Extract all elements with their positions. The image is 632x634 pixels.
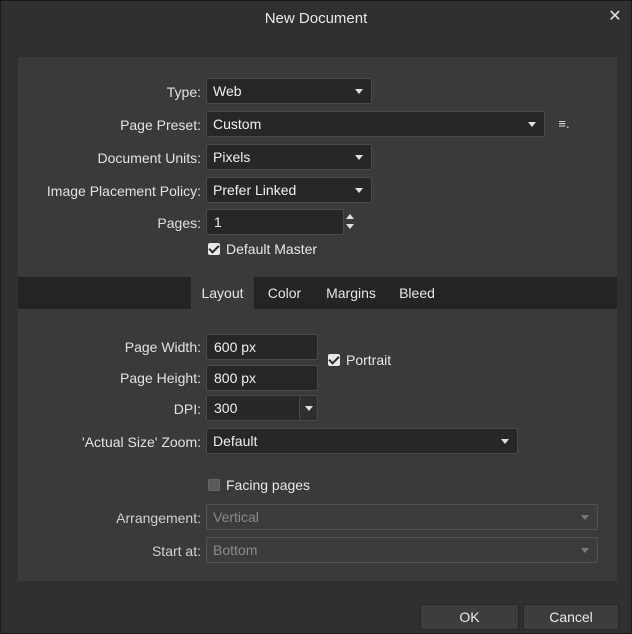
- preset-menu-icon[interactable]: ≡.: [551, 112, 577, 136]
- type-label: Type:: [166, 84, 201, 100]
- pages-label: Pages:: [157, 215, 201, 231]
- chevron-down-icon: [581, 548, 589, 553]
- dialog-title: New Document: [264, 10, 368, 27]
- title-bar: New Document ✕: [1, 1, 631, 35]
- cancel-button[interactable]: Cancel: [523, 604, 619, 630]
- arrow-down-icon[interactable]: [346, 224, 354, 229]
- tab-bleed[interactable]: Bleed: [390, 277, 444, 309]
- actual-size-zoom-label: 'Actual Size' Zoom:: [82, 434, 201, 450]
- facing-pages-checkbox[interactable]: [208, 479, 220, 491]
- start-at-value: Bottom: [213, 542, 258, 558]
- new-document-dialog: New Document ✕ Type: Web Page Preset: Cu…: [0, 0, 632, 634]
- chevron-down-icon: [355, 89, 363, 94]
- image-placement-label: Image Placement Policy:: [46, 183, 201, 199]
- tab-layout[interactable]: Layout: [191, 277, 254, 309]
- actual-size-zoom-dropdown[interactable]: Default: [206, 428, 518, 454]
- portrait-checkbox[interactable]: [328, 354, 340, 366]
- default-master-label[interactable]: Default Master: [226, 241, 317, 257]
- pages-input[interactable]: 1: [206, 209, 344, 235]
- dpi-input[interactable]: 300: [206, 395, 300, 421]
- type-dropdown[interactable]: Web: [206, 78, 372, 104]
- start-at-dropdown[interactable]: Bottom: [206, 537, 598, 563]
- page-width-label: Page Width:: [124, 339, 201, 355]
- arrow-up-icon[interactable]: [346, 214, 354, 219]
- chevron-down-icon: [581, 515, 589, 520]
- chevron-down-icon: [305, 406, 313, 411]
- document-units-dropdown[interactable]: Pixels: [206, 144, 372, 170]
- type-value: Web: [213, 83, 242, 99]
- page-width-input[interactable]: 600 px: [206, 334, 318, 360]
- portrait-label[interactable]: Portrait: [346, 352, 391, 368]
- page-preset-dropdown[interactable]: Custom: [206, 111, 545, 137]
- dpi-value: 300: [214, 400, 238, 416]
- default-master-checkbox[interactable]: [208, 243, 220, 255]
- chevron-down-icon: [528, 122, 536, 127]
- dpi-dropdown-button[interactable]: [299, 395, 318, 421]
- page-height-input[interactable]: 800 px: [206, 365, 318, 391]
- page-height-value: 800 px: [214, 370, 257, 386]
- pages-stepper[interactable]: [344, 211, 356, 233]
- dpi-label: DPI:: [173, 401, 201, 417]
- arrangement-value: Vertical: [213, 509, 259, 525]
- arrangement-dropdown[interactable]: Vertical: [206, 504, 598, 530]
- tab-margins[interactable]: Margins: [316, 277, 386, 309]
- image-placement-value: Prefer Linked: [213, 182, 297, 198]
- document-units-value: Pixels: [213, 149, 251, 165]
- arrangement-label: Arrangement:: [116, 510, 201, 526]
- page-width-value: 600 px: [214, 339, 257, 355]
- tab-color[interactable]: Color: [257, 277, 312, 309]
- image-placement-dropdown[interactable]: Prefer Linked: [206, 177, 372, 203]
- actual-size-zoom-value: Default: [213, 433, 258, 449]
- facing-pages-label[interactable]: Facing pages: [226, 477, 310, 493]
- chevron-down-icon: [355, 188, 363, 193]
- document-units-label: Document Units:: [97, 150, 201, 166]
- page-preset-value: Custom: [213, 116, 262, 132]
- page-preset-label: Page Preset:: [120, 117, 201, 133]
- pages-value: 1: [214, 214, 222, 230]
- chevron-down-icon: [355, 155, 363, 160]
- page-height-label: Page Height:: [120, 370, 201, 386]
- start-at-label: Start at:: [151, 543, 201, 559]
- close-icon[interactable]: ✕: [605, 7, 625, 27]
- ok-button[interactable]: OK: [420, 604, 519, 630]
- chevron-down-icon: [501, 439, 509, 444]
